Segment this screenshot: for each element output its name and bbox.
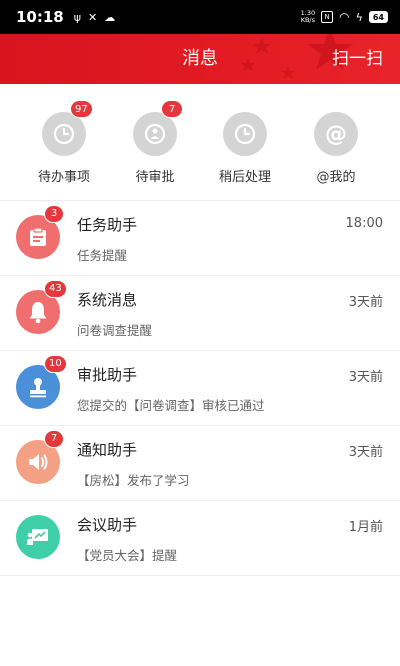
- quick-action-pending-approval[interactable]: 7 待审批: [115, 100, 195, 185]
- net-speed: 1.30 KB/s: [300, 9, 316, 24]
- message-time: 3天前: [348, 445, 383, 460]
- quick-action-label: 稍后处理: [218, 170, 271, 185]
- presentation-icon: [27, 529, 48, 545]
- usb-icon: ψ: [73, 10, 82, 24]
- battery-indicator: 64: [368, 11, 388, 23]
- message-preview: 问卷调查提醒: [77, 323, 153, 338]
- quick-action-label: @我的: [316, 170, 356, 185]
- unread-badge: 7: [44, 430, 64, 448]
- status-time: 10:18: [16, 8, 64, 26]
- quick-action-label: 待审批: [135, 170, 175, 185]
- quick-action-later[interactable]: 稍后处理: [205, 112, 285, 185]
- message-item-task[interactable]: 3 任务助手 任务提醒 18:00: [0, 201, 400, 276]
- app-header: 消息 扫一扫: [0, 34, 400, 84]
- charging-icon: ϟ: [355, 10, 363, 24]
- empty-area: [0, 577, 400, 666]
- wifi-icon: ◠: [339, 10, 350, 24]
- quick-action-todo[interactable]: 97 待办事项: [24, 100, 104, 185]
- speaker-icon: [29, 454, 48, 470]
- message-list: 3 任务助手 任务提醒 18:00 43 系统消息 问卷调查提醒 3天前 10 …: [0, 201, 400, 576]
- message-title: 任务助手: [77, 216, 138, 234]
- at-icon: @: [325, 121, 347, 147]
- message-time: 18:00: [345, 216, 383, 231]
- message-item-meeting[interactable]: 会议助手 【党员大会】提醒 1月前: [0, 501, 400, 576]
- quick-action-label: 待办事项: [37, 170, 90, 185]
- clock-icon: [234, 123, 256, 145]
- message-item-system[interactable]: 43 系统消息 问卷调查提醒 3天前: [0, 276, 400, 351]
- clipboard-icon: [30, 227, 46, 246]
- unread-badge: 3: [44, 205, 64, 223]
- quick-actions: 97 待办事项 7 待审批 稍后处理 @ @我的: [0, 84, 400, 200]
- message-time: 3天前: [348, 370, 383, 385]
- message-title: 系统消息: [77, 291, 138, 309]
- scan-button[interactable]: 扫一扫: [332, 34, 383, 84]
- stamp-icon: [30, 378, 46, 398]
- status-bar: 10:18 ψ ✕ ☁ 1.30 KB/s N ◠ ϟ 64: [0, 0, 400, 34]
- message-title: 审批助手: [77, 366, 138, 384]
- message-time: 1月前: [348, 520, 383, 535]
- message-preview: 您提交的【问卷调查】审核已通过: [77, 398, 265, 413]
- message-title: 通知助手: [77, 441, 138, 459]
- avatar: [16, 515, 60, 559]
- tools-icon: ✕: [88, 10, 98, 24]
- nfc-icon: N: [321, 11, 334, 23]
- message-preview: 【党员大会】提醒: [77, 548, 178, 563]
- unread-badge: 43: [44, 280, 67, 298]
- quick-action-badge: 7: [161, 100, 183, 118]
- message-item-approval[interactable]: 10 审批助手 您提交的【问卷调查】审核已通过 3天前: [0, 351, 400, 426]
- cloud-icon: ☁: [104, 10, 116, 24]
- message-title: 会议助手: [77, 516, 138, 534]
- message-time: 3天前: [348, 295, 383, 310]
- message-preview: 【房松】发布了学习: [77, 473, 190, 488]
- message-item-notice[interactable]: 7 通知助手 【房松】发布了学习 3天前: [0, 426, 400, 501]
- unread-badge: 10: [44, 355, 67, 373]
- message-preview: 任务提醒: [77, 248, 128, 263]
- clock-person-icon: [144, 123, 166, 145]
- quick-action-badge: 97: [70, 100, 93, 118]
- quick-action-mentions[interactable]: @ @我的: [296, 112, 376, 185]
- bell-icon: [29, 302, 47, 324]
- clock-icon: [53, 123, 75, 145]
